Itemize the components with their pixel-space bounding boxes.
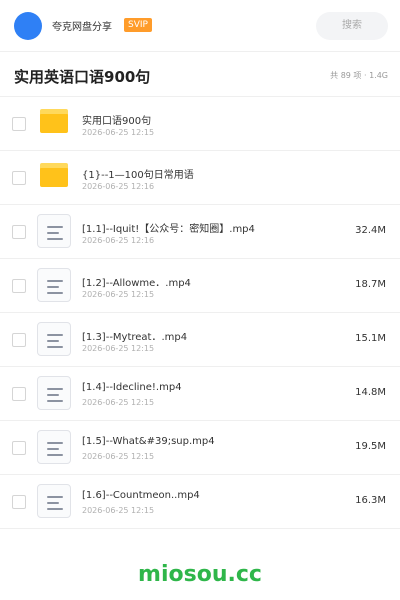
watermark: miosou.cc [138, 562, 262, 587]
item-date: 2026-06-25 12:15 [82, 452, 155, 461]
item-size: 18.7M [355, 279, 386, 290]
item-date: 2026-06-25 12:15 [82, 344, 155, 353]
item-name: {1}--1—100句日常用语 [82, 170, 194, 181]
item-size: 15.1M [355, 333, 386, 344]
page-title: 实用英语口语900句 [14, 68, 151, 86]
select-checkbox[interactable] [12, 441, 26, 455]
item-date: 2026-06-25 12:15 [82, 128, 155, 137]
list-item[interactable]: [1.2]--Allowme．.mp4 2026-06-25 12:15 18.… [0, 259, 400, 313]
select-checkbox[interactable] [12, 279, 26, 293]
share-owner-name: 夸克网盘分享 [52, 22, 112, 33]
item-size: 19.5M [355, 441, 386, 452]
folder-icon [40, 109, 68, 133]
list-item[interactable]: {1}--1—100句日常用语 2026-06-25 12:16 [0, 151, 400, 205]
select-checkbox[interactable] [12, 387, 26, 401]
file-list: 实用口语900句 2026-06-25 12:15 {1}--1—100句日常用… [0, 97, 400, 529]
video-file-icon [37, 430, 71, 464]
list-item[interactable]: [1.4]--Idecline!.mp4 2026-06-25 12:15 14… [0, 367, 400, 421]
video-file-icon [37, 268, 71, 302]
folder-header: 实用英语口语900句 共 89 项 · 1.4G [0, 52, 400, 97]
item-name: [1.4]--Idecline!.mp4 [82, 382, 182, 393]
avatar[interactable] [14, 12, 42, 40]
item-name: 实用口语900句 [82, 116, 152, 127]
video-file-icon [37, 322, 71, 356]
item-size: 32.4M [355, 225, 386, 236]
item-name: [1.5]--What&#39;sup.mp4 [82, 436, 215, 447]
item-name: [1.1]--Iquit!【公众号：密知圈】.mp4 [82, 224, 255, 235]
item-size: 16.3M [355, 495, 386, 506]
list-item[interactable]: [1.3]--Mytreat．.mp4 2026-06-25 12:15 15.… [0, 313, 400, 367]
item-date: 2026-06-25 12:15 [82, 290, 155, 299]
item-date: 2026-06-25 12:16 [82, 236, 155, 245]
folder-stats: 共 89 项 · 1.4G [330, 71, 388, 80]
search-input[interactable]: 搜索 [316, 12, 388, 40]
select-checkbox[interactable] [12, 225, 26, 239]
folder-icon [40, 163, 68, 187]
item-size: 14.8M [355, 387, 386, 398]
select-checkbox[interactable] [12, 117, 26, 131]
select-checkbox[interactable] [12, 171, 26, 185]
top-bar: 夸克网盘分享 SVIP 搜索 [0, 0, 400, 52]
video-file-icon [37, 376, 71, 410]
list-item[interactable]: 实用口语900句 2026-06-25 12:15 [0, 97, 400, 151]
select-checkbox[interactable] [12, 333, 26, 347]
item-name: [1.6]--Countmeon..mp4 [82, 490, 200, 501]
list-item[interactable]: [1.1]--Iquit!【公众号：密知圈】.mp4 2026-06-25 12… [0, 205, 400, 259]
svip-badge: SVIP [124, 18, 152, 32]
item-name: [1.2]--Allowme．.mp4 [82, 278, 191, 289]
item-date: 2026-06-25 12:16 [82, 182, 155, 191]
video-file-icon [37, 214, 71, 248]
list-item[interactable]: [1.6]--Countmeon..mp4 2026-06-25 12:15 1… [0, 475, 400, 529]
video-file-icon [37, 484, 71, 518]
list-item[interactable]: [1.5]--What&#39;sup.mp4 2026-06-25 12:15… [0, 421, 400, 475]
select-checkbox[interactable] [12, 495, 26, 509]
item-name: [1.3]--Mytreat．.mp4 [82, 332, 188, 343]
item-date: 2026-06-25 12:15 [82, 506, 155, 515]
item-date: 2026-06-25 12:15 [82, 398, 155, 407]
